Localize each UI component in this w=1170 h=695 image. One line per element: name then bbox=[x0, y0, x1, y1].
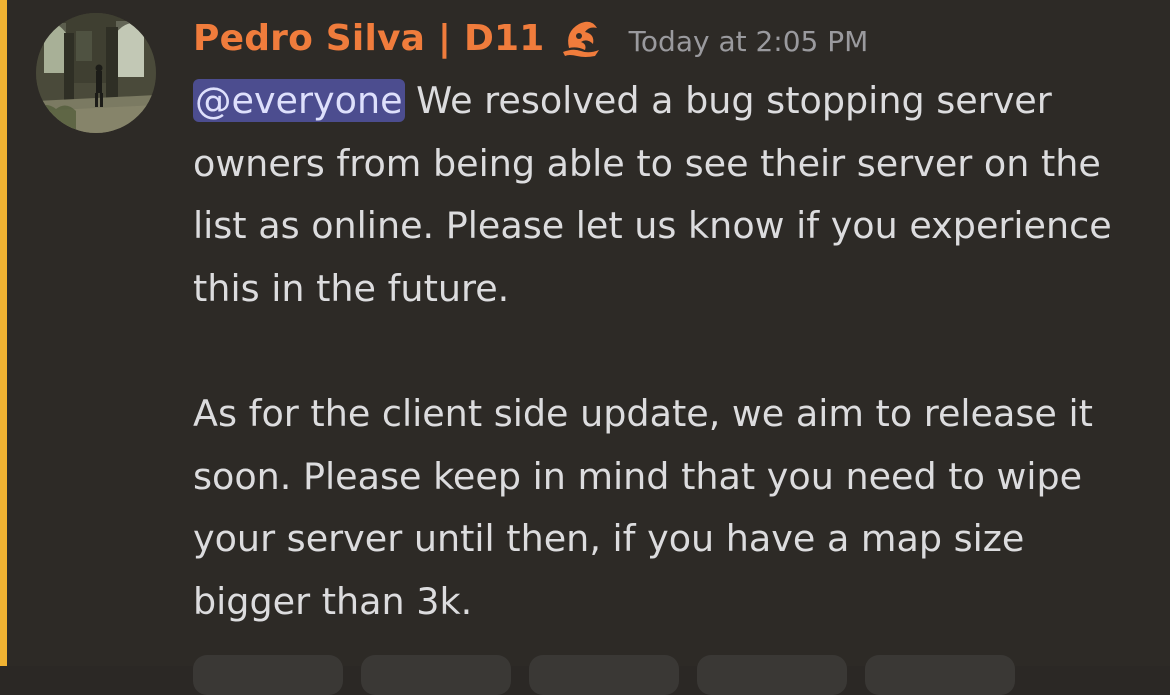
reaction-button[interactable] bbox=[361, 655, 511, 695]
message-content: @everyone We resolved a bug stopping ser… bbox=[193, 70, 1153, 633]
message-timestamp[interactable]: Today at 2:05 PM bbox=[629, 25, 869, 58]
message-header: Pedro Silva | D11 Today at 2:05 PM bbox=[193, 12, 868, 64]
reaction-button[interactable] bbox=[697, 655, 847, 695]
message-text-paragraph-2: As for the client side update, we aim to… bbox=[193, 391, 1105, 623]
avatar[interactable] bbox=[36, 13, 156, 133]
mention-highlight-bar bbox=[0, 0, 7, 666]
wizard-hat-icon[interactable] bbox=[559, 18, 603, 58]
reaction-button[interactable] bbox=[529, 655, 679, 695]
author-name[interactable]: Pedro Silva | D11 bbox=[193, 18, 545, 59]
everyone-mention[interactable]: @everyone bbox=[193, 79, 405, 122]
reaction-button[interactable] bbox=[865, 655, 1015, 695]
avatar-image bbox=[36, 13, 156, 133]
chat-message: Pedro Silva | D11 Today at 2:05 PM @ever… bbox=[0, 0, 1170, 695]
reactions-bar bbox=[193, 655, 1015, 695]
reaction-button[interactable] bbox=[193, 655, 343, 695]
